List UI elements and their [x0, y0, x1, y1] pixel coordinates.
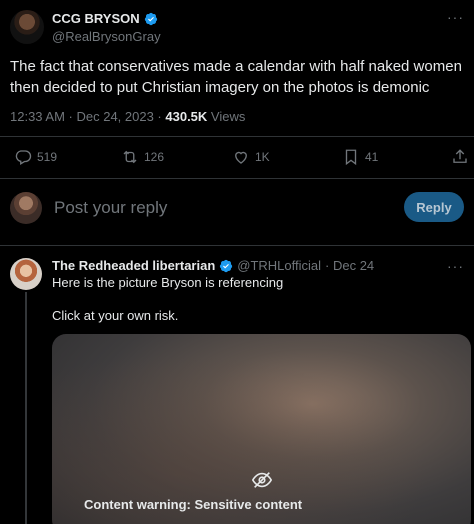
reply-count: 519 [37, 150, 58, 164]
divider [0, 245, 474, 246]
reply-author-name[interactable]: The Redheaded libertarian [52, 258, 215, 273]
reply-text-line: Here is the picture Bryson is referencin… [52, 275, 284, 290]
reply-text-line: Click at your own risk. [52, 308, 179, 323]
divider [0, 136, 474, 137]
reply-author-row: The Redheaded libertarian @TRHLofficial … [52, 258, 374, 273]
verified-badge-icon [220, 259, 233, 272]
reply-author-handle[interactable]: @TRHLofficial [237, 258, 321, 273]
like-action[interactable]: 1K [232, 148, 270, 166]
reply-tweet: The Redheaded libertarian @TRHLofficial … [0, 248, 474, 524]
more-options-icon[interactable]: ··· [447, 10, 464, 24]
tweet-meta: 12:33 AM · Dec 24, 2023 · 430.5K Views [10, 109, 245, 124]
like-count: 1K [255, 150, 270, 164]
divider [0, 178, 474, 179]
bookmark-count: 41 [365, 150, 379, 164]
current-user-avatar[interactable] [10, 192, 42, 224]
like-icon [235, 151, 247, 164]
repost-action[interactable]: 126 [121, 148, 164, 166]
tweet-timestamp[interactable]: 12:33 AM · Dec 24, 2023 · [10, 109, 165, 124]
author-avatar[interactable] [10, 10, 44, 44]
views-label: Views [207, 109, 246, 124]
bookmark-icon [345, 149, 357, 166]
share-icon [453, 149, 467, 163]
action-bar: 519 126 1K 41 [0, 148, 474, 168]
reply-author-avatar[interactable] [10, 258, 42, 290]
bookmark-action[interactable]: 41 [342, 148, 378, 166]
repost-icon [123, 150, 137, 164]
share-action[interactable] [451, 148, 469, 166]
repost-count: 126 [144, 150, 165, 164]
reply-button[interactable]: Reply [404, 192, 464, 222]
reply-input[interactable]: Post your reply [54, 198, 167, 218]
content-warning-text: Content warning: Sensitive content [84, 497, 303, 512]
reply-icon [15, 150, 32, 165]
reply-action[interactable]: 519 [14, 148, 57, 166]
thread-line [25, 292, 27, 524]
views-count: 430.5K [165, 109, 208, 124]
eye-slash-icon [251, 472, 273, 488]
author-name[interactable]: CCG BRYSON [52, 11, 140, 26]
author-handle[interactable]: @RealBrysonGray [52, 29, 161, 44]
reply-composer: Post your reply Reply [0, 186, 474, 232]
author-name-row[interactable]: CCG BRYSON [52, 11, 158, 26]
verified-badge-icon [144, 12, 157, 25]
sensitive-media[interactable]: Content warning: Sensitive content [52, 334, 471, 524]
reply-more-options-icon[interactable]: ··· [447, 259, 464, 273]
tweet-text: The fact that conservatives made a calen… [10, 58, 462, 96]
reply-date[interactable]: · Dec 24 [325, 258, 374, 273]
